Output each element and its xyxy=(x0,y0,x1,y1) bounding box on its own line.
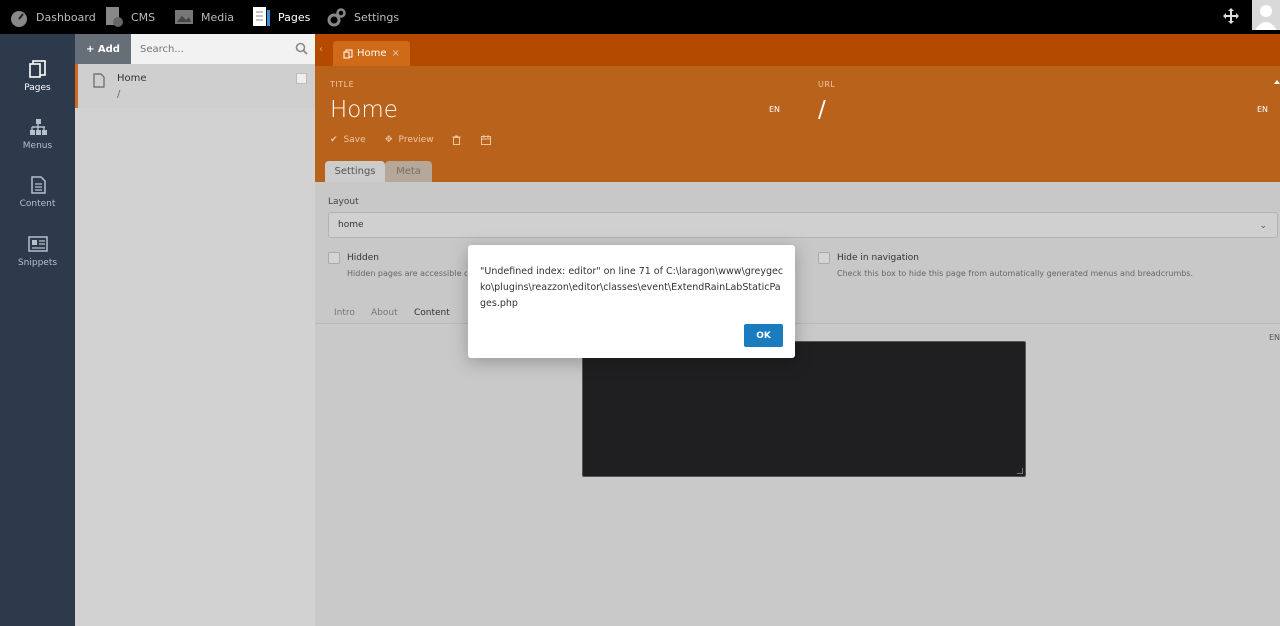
nav-media[interactable]: Media xyxy=(173,0,234,34)
hide-in-navigation-description: Check this box to hide this page from au… xyxy=(837,269,1194,278)
layout-select[interactable]: home ⌄ xyxy=(328,212,1278,238)
hidden-description: Hidden pages are accessible only by logg… xyxy=(347,269,467,278)
url-lang-selector[interactable]: EN xyxy=(1257,105,1268,114)
search-icon[interactable] xyxy=(295,42,308,55)
delete-button[interactable] xyxy=(452,135,461,145)
move-icon[interactable] xyxy=(1222,7,1240,25)
list-toolbar: + Add xyxy=(75,34,315,64)
page-list-panel: + Add Home / xyxy=(75,34,315,626)
content-lang-selector[interactable]: EN xyxy=(1269,333,1280,342)
pages-icon xyxy=(343,49,353,58)
check-icon: ✔ xyxy=(330,135,338,145)
sidebar-item-pages[interactable]: Pages xyxy=(0,47,75,105)
media-icon xyxy=(173,6,195,28)
menus-icon xyxy=(29,119,47,135)
nav-settings[interactable]: Settings xyxy=(326,0,399,34)
content-icon xyxy=(30,176,46,194)
pages-icon xyxy=(250,6,272,28)
hide-in-navigation-label: Hide in navigation xyxy=(837,253,919,263)
tab-meta[interactable]: Meta xyxy=(385,161,432,182)
content-tabs: Intro About Content xyxy=(315,308,1280,324)
top-navbar: Dashboard CMS Media Pages Settings xyxy=(0,0,1280,34)
snippets-icon xyxy=(27,236,48,252)
ok-button[interactable]: OK xyxy=(744,324,783,347)
tab-settings[interactable]: Settings xyxy=(325,161,385,182)
url-input[interactable]: / xyxy=(818,97,826,123)
side-nav: Pages Menus Content Snippets xyxy=(0,34,75,626)
chevron-down-icon: ⌄ xyxy=(1259,221,1267,231)
settings-icon xyxy=(326,6,348,28)
title-label: TITLE xyxy=(330,80,355,89)
page-url-text: / xyxy=(117,89,121,100)
title-input[interactable]: Home xyxy=(330,97,398,123)
hidden-label: Hidden xyxy=(347,253,379,263)
pages-icon xyxy=(28,60,46,78)
hide-in-navigation-checkbox[interactable] xyxy=(818,252,830,264)
save-button[interactable]: ✔ Save xyxy=(330,135,366,145)
close-icon[interactable]: × xyxy=(392,48,400,59)
user-icon xyxy=(1255,5,1277,30)
editor-tabbar: ‹ Home × xyxy=(315,34,1280,66)
error-dialog: "Undefined index: editor" on line 71 of … xyxy=(468,245,795,358)
file-icon xyxy=(93,73,105,88)
user-avatar[interactable] xyxy=(1252,0,1280,30)
calendar-icon xyxy=(481,135,491,145)
search-input[interactable] xyxy=(131,34,315,64)
crosshair-icon: ✥ xyxy=(385,135,393,145)
nav-dashboard[interactable]: Dashboard xyxy=(8,0,96,34)
url-label: URL xyxy=(818,80,836,89)
error-message: "Undefined index: editor" on line 71 of … xyxy=(480,266,784,309)
tab-home[interactable]: Home × xyxy=(333,41,410,66)
tab-intro[interactable]: Intro xyxy=(334,308,355,324)
tab-content[interactable]: Content xyxy=(414,308,450,324)
sidebar-item-content[interactable]: Content xyxy=(0,163,75,221)
resize-handle[interactable] xyxy=(1017,468,1023,474)
collapse-icon[interactable] xyxy=(1274,80,1280,84)
cms-icon xyxy=(103,6,125,28)
list-item[interactable]: Home / xyxy=(75,64,315,108)
dashboard-icon xyxy=(8,6,30,28)
row-checkbox[interactable] xyxy=(296,73,307,84)
calendar-button[interactable] xyxy=(481,135,491,145)
trash-icon xyxy=(452,135,461,145)
add-button[interactable]: + Add xyxy=(75,34,131,64)
nav-pages[interactable]: Pages xyxy=(250,0,310,34)
form-header: TITLE Home EN URL / EN ✔ Save ✥ Preview … xyxy=(315,66,1280,182)
nav-cms[interactable]: CMS xyxy=(103,0,155,34)
page-title-text: Home xyxy=(117,73,147,84)
code-editor[interactable] xyxy=(582,341,1026,477)
preview-button[interactable]: ✥ Preview xyxy=(385,135,434,145)
title-lang-selector[interactable]: EN xyxy=(769,105,780,114)
sidebar-item-menus[interactable]: Menus xyxy=(0,105,75,163)
chevron-left-icon[interactable]: ‹ xyxy=(319,44,323,55)
hidden-checkbox[interactable] xyxy=(328,252,340,264)
content-editor-area xyxy=(315,324,1280,626)
editor-main: ‹ Home × TITLE Home EN URL / EN ✔ Save ✥… xyxy=(315,34,1280,626)
tab-about[interactable]: About xyxy=(371,308,398,324)
sidebar-item-snippets[interactable]: Snippets xyxy=(0,222,75,280)
layout-label: Layout xyxy=(328,197,359,207)
